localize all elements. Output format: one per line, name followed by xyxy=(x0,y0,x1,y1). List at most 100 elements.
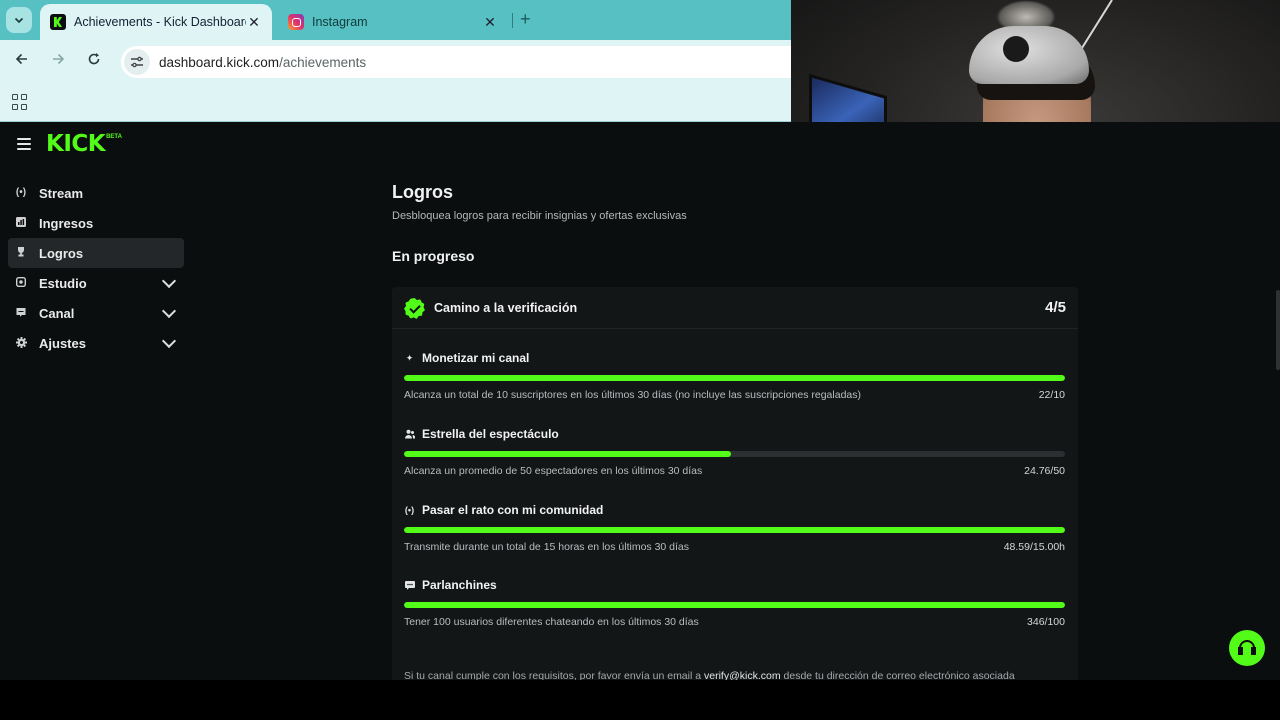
page-subtitle: Desbloquea logros para recibir insignias… xyxy=(392,210,687,222)
chevron-down-icon xyxy=(161,303,177,319)
task-value: 346/100 xyxy=(1027,616,1065,628)
chevron-down-icon xyxy=(161,333,177,349)
progress-fill xyxy=(404,602,1065,608)
channel-icon xyxy=(15,307,27,319)
task-item: Estrella del espectáculo Alcanza un prom… xyxy=(404,427,1065,483)
sidebar-item-label: Logros xyxy=(39,245,84,261)
sidebar: (•) Stream Ingresos Logros Estudio Canal… xyxy=(8,178,184,358)
page-title: Logros xyxy=(392,182,453,202)
screen: Achievements - Kick Dashboard ✕ Instagra… xyxy=(0,0,1280,680)
progress-fill xyxy=(404,451,732,457)
task-value: 22/10 xyxy=(1038,389,1065,401)
tab-search-button[interactable] xyxy=(6,7,32,33)
achievement-count: 4/5 xyxy=(1045,299,1066,316)
progress-bar xyxy=(404,602,1065,608)
url-text: dashboard.kick.com/achievements xyxy=(159,55,366,70)
task-value: 48.59/15.00h xyxy=(1003,541,1065,553)
sidebar-item-label: Ajustes xyxy=(39,335,86,351)
task-item: Parlanchines Tener 100 usuarios diferent… xyxy=(404,578,1065,634)
page-scrollbar[interactable] xyxy=(1276,290,1280,370)
chevron-down-icon xyxy=(161,273,177,289)
chevron-down-icon xyxy=(14,17,24,24)
main-content: Logros Desbloquea logros para recibir in… xyxy=(392,182,1078,680)
headset-icon xyxy=(1238,640,1256,656)
task-title: Pasar el rato con mi comunidad xyxy=(422,503,604,517)
task-description: Tener 100 usuarios diferentes chateando … xyxy=(404,616,699,628)
achievement-card: Camino a la verificación 4/5 ✦ Monetizar… xyxy=(392,287,1078,680)
task-description: Alcanza un total de 10 suscriptores en l… xyxy=(404,389,861,401)
broadcast-icon: (•) xyxy=(404,504,415,515)
sidebar-item-ajustes[interactable]: Ajustes xyxy=(8,328,184,358)
task-title: Monetizar mi canal xyxy=(422,351,530,365)
verified-badge-icon xyxy=(404,298,425,319)
site-info-icon[interactable] xyxy=(124,49,150,75)
menu-icon[interactable] xyxy=(17,138,31,150)
new-tab-button[interactable]: + xyxy=(520,9,531,30)
beta-badge: BETA xyxy=(106,134,122,140)
chat-icon xyxy=(404,580,415,591)
logo-text: KICK xyxy=(46,131,106,157)
verification-note: Si tu canal cumple con los requisitos, p… xyxy=(404,670,1015,680)
task-value: 24.76/50 xyxy=(1024,465,1065,477)
footer-suffix: desde tu dirección de correo electrónico… xyxy=(783,670,1015,680)
support-button[interactable] xyxy=(1229,630,1265,666)
broadcast-icon: (•) xyxy=(15,187,27,198)
sidebar-item-label: Estudio xyxy=(39,275,87,291)
achievement-card-header[interactable]: Camino a la verificación 4/5 xyxy=(392,287,1078,329)
tab-close-icon[interactable]: ✕ xyxy=(482,14,498,31)
url-domain: dashboard.kick.com xyxy=(159,54,280,70)
dashboard-topbar: KICK BETA xyxy=(0,122,791,168)
task-title: Estrella del espectáculo xyxy=(422,427,559,441)
trophy-icon xyxy=(15,247,27,259)
url-path: /achievements xyxy=(279,54,367,70)
letterbox-bar xyxy=(0,680,1280,720)
back-button[interactable] xyxy=(12,52,32,72)
footer-prefix: Si tu canal cumple con los requisitos, p… xyxy=(404,670,702,680)
task-item: (•) Pasar el rato con mi comunidad Trans… xyxy=(404,503,1065,559)
apps-grid-icon[interactable] xyxy=(12,94,28,110)
sidebar-item-canal[interactable]: Canal xyxy=(8,298,184,328)
sidebar-item-estudio[interactable]: Estudio xyxy=(8,268,184,298)
forward-arrow-icon xyxy=(53,53,65,65)
tab-title: Instagram xyxy=(312,15,368,29)
sidebar-item-logros[interactable]: Logros xyxy=(8,238,184,268)
sidebar-item-stream[interactable]: (•) Stream xyxy=(8,178,184,208)
tab-close-icon[interactable]: ✕ xyxy=(246,14,262,31)
progress-bar xyxy=(404,451,1065,457)
achievement-title: Camino a la verificación xyxy=(434,301,578,315)
gear-icon xyxy=(15,337,27,349)
forward-button[interactable] xyxy=(48,52,68,72)
progress-bar xyxy=(404,375,1065,381)
verify-email-link[interactable]: verify@kick.com xyxy=(704,670,781,680)
sparkle-icon: ✦ xyxy=(405,352,414,363)
kick-logo[interactable]: KICK BETA xyxy=(46,132,122,156)
studio-icon xyxy=(15,276,27,289)
bookmarks-bar xyxy=(0,84,791,122)
browser-tab-instagram[interactable]: Instagram ✕ xyxy=(278,4,508,40)
sidebar-item-label: Ingresos xyxy=(39,215,94,231)
back-arrow-icon xyxy=(15,53,27,65)
task-title: Parlanchines xyxy=(422,578,497,592)
sidebar-item-ingresos[interactable]: Ingresos xyxy=(8,208,184,238)
kick-favicon-icon xyxy=(50,14,66,30)
instagram-favicon-icon xyxy=(288,14,304,30)
progress-fill xyxy=(404,375,1065,381)
task-description: Alcanza un promedio de 50 espectadores e… xyxy=(404,465,703,477)
address-bar[interactable]: dashboard.kick.com/achievements xyxy=(121,46,791,78)
progress-fill xyxy=(404,527,1065,533)
browser-tab-achievements[interactable]: Achievements - Kick Dashboard ✕ xyxy=(40,4,272,40)
reload-icon xyxy=(88,53,100,65)
browser-toolbar: dashboard.kick.com/achievements xyxy=(0,40,791,84)
task-item: ✦ Monetizar mi canal Alcanza un total de… xyxy=(404,351,1065,407)
sidebar-item-label: Stream xyxy=(39,185,84,201)
progress-bar xyxy=(404,527,1065,533)
dashboard-app: KICK BETA (•) Stream Ingresos Logros Est… xyxy=(0,122,1280,680)
viewers-icon xyxy=(404,429,415,440)
task-description: Transmite durante un total de 15 horas e… xyxy=(404,541,690,553)
chart-icon xyxy=(15,217,27,229)
reload-button[interactable] xyxy=(84,52,104,72)
browser-tabstrip: Achievements - Kick Dashboard ✕ Instagra… xyxy=(0,0,791,40)
tab-separator xyxy=(512,13,513,28)
sidebar-item-label: Canal xyxy=(39,305,75,321)
tab-title: Achievements - Kick Dashboard xyxy=(74,15,246,29)
